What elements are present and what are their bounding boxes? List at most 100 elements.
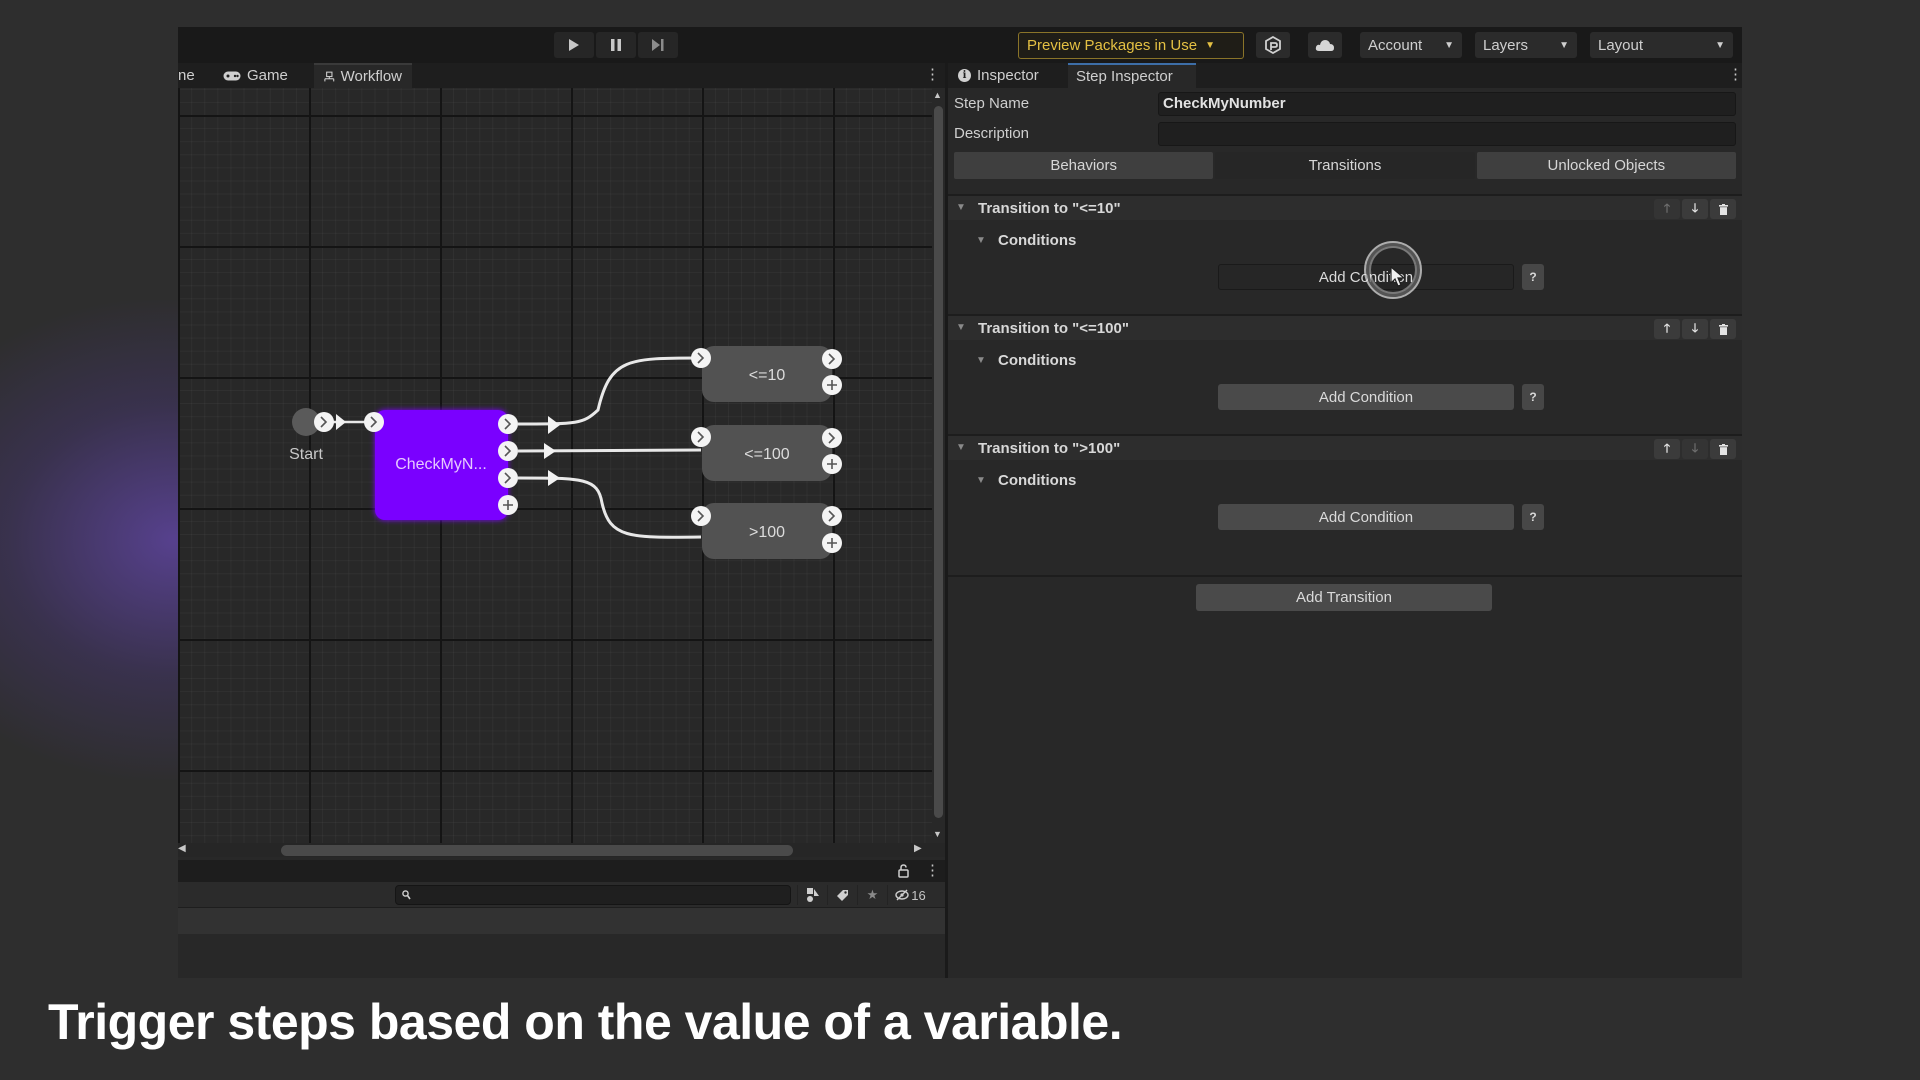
account-dropdown[interactable]: Account ▼ [1360,32,1462,58]
collapse-triangle-icon[interactable]: ▼ [976,355,986,366]
scroll-up-icon[interactable]: ▲ [933,90,942,100]
vertical-scroll-thumb[interactable] [934,106,943,818]
play-button[interactable] [554,32,594,58]
tab-game[interactable]: Game [213,63,298,88]
main-output-port[interactable] [498,468,518,488]
filter-by-type-button[interactable] [797,885,827,905]
step-name-field[interactable]: CheckMyNumber [1158,92,1736,116]
tab-step-inspector[interactable]: Step Inspector [1068,63,1196,88]
tab-workflow[interactable]: Workflow [314,63,412,88]
delete-transition-button[interactable] [1710,439,1736,459]
graph-horizontal-scrollbar[interactable]: ◀ ▶ [178,843,945,857]
collapse-triangle-icon[interactable]: ▼ [956,202,966,213]
help-button[interactable]: ? [1522,264,1544,290]
filter-by-label-button[interactable] [827,885,857,905]
help-button[interactable]: ? [1522,384,1544,410]
main-output-port[interactable] [498,441,518,461]
favorites-button[interactable]: ★ [857,885,887,905]
graph-canvas[interactable]: Start CheckMyN... <=10 <=100 >100 [178,88,932,843]
move-down-button[interactable]: 🡓 [1682,439,1708,459]
collapse-triangle-icon[interactable]: ▼ [976,235,986,246]
target-input-port[interactable] [691,348,711,368]
move-up-button[interactable]: 🡑 [1654,319,1680,339]
target-output-port[interactable] [822,349,842,369]
step-button[interactable] [638,32,678,58]
move-up-button[interactable]: 🡑 [1654,439,1680,459]
gamepad-icon [223,71,241,80]
description-field[interactable] [1158,122,1736,146]
lock-icon[interactable] [898,864,909,878]
cloud-button[interactable] [1308,32,1342,58]
target-input-port[interactable] [691,506,711,526]
move-up-button[interactable]: 🡑 [1654,199,1680,219]
scroll-down-icon[interactable]: ▼ [933,829,942,839]
tab-inspector[interactable]: i Inspector [950,63,1047,88]
horizontal-scroll-thumb[interactable] [281,845,793,856]
transition-header[interactable]: ▼ Transition to "<=10" 🡑 🡓 [948,194,1742,220]
mouse-cursor-icon [1390,266,1406,287]
scroll-left-icon[interactable]: ◀ [178,843,186,854]
target-add-port-button[interactable] [822,375,842,395]
target-input-port[interactable] [691,427,711,447]
tab-behaviors[interactable]: Behaviors [954,152,1214,179]
inspector-tabs: i Inspector Step Inspector ⋮ [948,63,1742,88]
preview-packages-button[interactable]: Preview Packages in Use ▼ [1018,32,1244,59]
bottom-panel-header: ⋮ [178,860,945,882]
add-condition-button[interactable]: Add Condition [1218,384,1514,410]
scroll-right-icon[interactable]: ▶ [914,843,922,854]
transition-actions: 🡑 🡓 [1654,439,1736,459]
transition-actions: 🡑 🡓 [1654,319,1736,339]
move-down-button[interactable]: 🡓 [1682,319,1708,339]
target-output-port[interactable] [822,506,842,526]
target-node-le100[interactable]: <=100 [702,425,832,481]
step-name-label: Step Name [954,95,1030,112]
transition-header[interactable]: ▼ Transition to ">100" 🡑 🡓 [948,434,1742,460]
transition-item: ▼ Transition to "<=10" 🡑 🡓 ▼ Conditions … [948,194,1742,314]
add-condition-button[interactable]: Add Condition [1218,504,1514,530]
target-output-port[interactable] [822,428,842,448]
search-input[interactable] [395,885,791,905]
move-down-button[interactable]: 🡓 [1682,199,1708,219]
main-add-port-button[interactable] [498,495,518,515]
add-transition-button[interactable]: Add Transition [1196,584,1492,611]
tag-icon [837,889,848,901]
target-add-port-button[interactable] [822,533,842,553]
target-add-port-button[interactable] [822,454,842,474]
target-node-le10[interactable]: <=10 [702,346,832,402]
start-output-port[interactable] [314,412,334,432]
collapse-triangle-icon[interactable]: ▼ [956,322,966,333]
inspector-menu-kebab-icon[interactable]: ⋮ [1728,67,1742,82]
main-output-port[interactable] [498,414,518,434]
trash-icon [1718,203,1728,215]
delete-transition-button[interactable] [1710,199,1736,219]
pause-button[interactable] [596,32,636,58]
collapse-triangle-icon[interactable]: ▼ [976,475,986,486]
collab-button[interactable] [1256,32,1290,58]
conditions-label: Conditions [998,352,1077,369]
graph-menu-kebab-icon[interactable]: ⋮ [925,67,940,82]
graph-vertical-scrollbar[interactable]: ▲ ▼ [932,88,945,843]
transition-item: ▼ Transition to ">100" 🡑 🡓 ▼ Conditions … [948,434,1742,554]
edge-arrow-icon [548,416,560,434]
tab-transitions[interactable]: Transitions [1215,152,1475,179]
layers-dropdown[interactable]: Layers ▼ [1475,32,1577,58]
tab-label: Step Inspector [1076,68,1173,85]
target-node-gt100[interactable]: >100 [702,503,832,559]
bottom-panel-kebab-icon[interactable]: ⋮ [925,863,940,878]
target-node-label: >100 [749,524,785,541]
hidden-packages-button[interactable]: 16 [887,885,933,905]
transition-title: Transition to "<=10" [978,200,1121,217]
eye-hidden-icon [895,889,909,901]
layout-dropdown[interactable]: Layout ▼ [1590,32,1733,58]
tab-label: Workflow [340,68,402,85]
trash-icon [1718,323,1728,335]
help-button[interactable]: ? [1522,504,1544,530]
tab-scene[interactable]: ne [178,63,205,88]
delete-transition-button[interactable] [1710,319,1736,339]
transition-header[interactable]: ▼ Transition to "<=100" 🡑 🡓 [948,314,1742,340]
graph-svg: Start CheckMyN... <=10 <=100 >100 [289,346,842,559]
main-input-port[interactable] [364,412,384,432]
tab-unlocked-objects[interactable]: Unlocked Objects [1476,152,1736,179]
layers-label: Layers [1483,36,1529,54]
collapse-triangle-icon[interactable]: ▼ [956,442,966,453]
